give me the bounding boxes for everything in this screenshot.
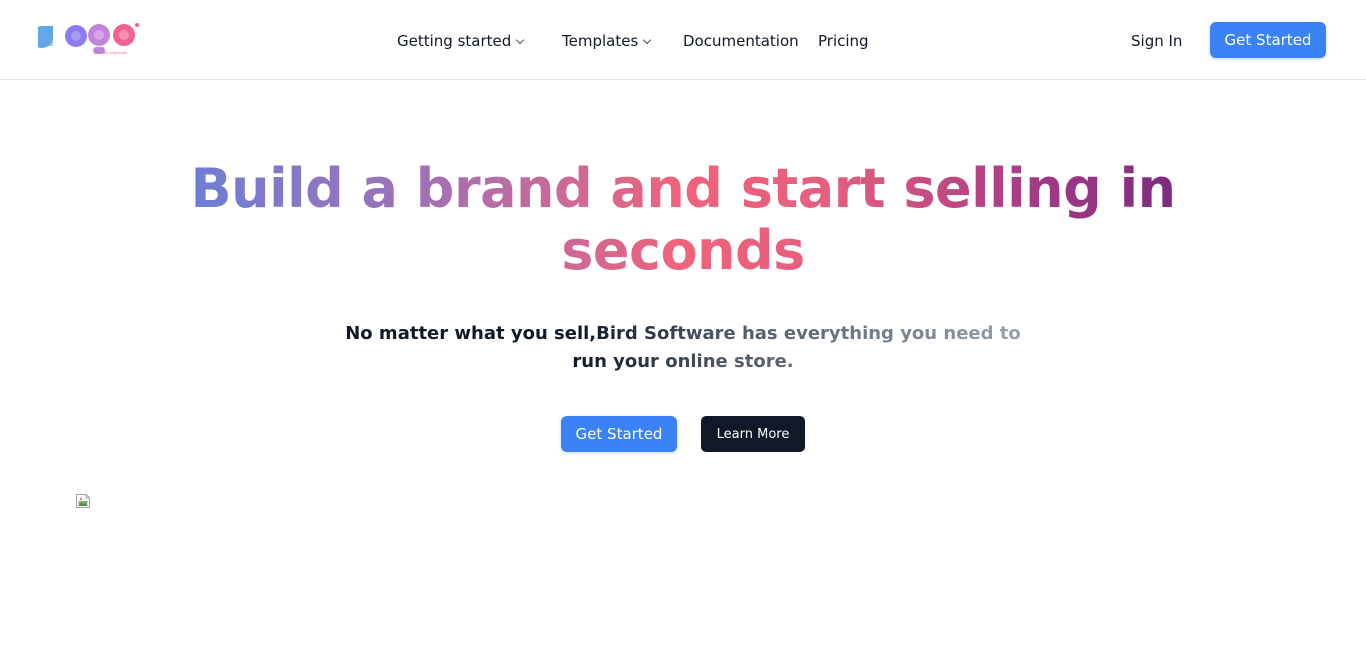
- nav-documentation[interactable]: Documentation: [683, 29, 799, 53]
- chevron-down-icon: [643, 35, 652, 45]
- hero-title: Build a brand and start selling in secon…: [183, 158, 1183, 282]
- nav-getting-started[interactable]: Getting started: [397, 29, 525, 53]
- nav-getting-started-label: Getting started: [397, 32, 512, 50]
- nav-templates-label: Templates: [562, 32, 639, 50]
- nav-templates[interactable]: Templates: [562, 29, 652, 53]
- broken-image-icon: [75, 493, 91, 509]
- nav-get-started-button[interactable]: Get Started: [1210, 22, 1326, 58]
- learn-more-button[interactable]: Learn More: [701, 416, 805, 452]
- chevron-down-icon: [516, 35, 525, 45]
- sign-in-link[interactable]: Sign In: [1131, 29, 1182, 53]
- hero-get-started-button[interactable]: Get Started: [561, 416, 677, 452]
- top-navbar: by brightcom Getting started Templates D…: [0, 0, 1366, 80]
- hero-subtitle: No matter what you sell,Bird Software ha…: [333, 320, 1033, 376]
- nav-pricing[interactable]: Pricing: [818, 29, 869, 53]
